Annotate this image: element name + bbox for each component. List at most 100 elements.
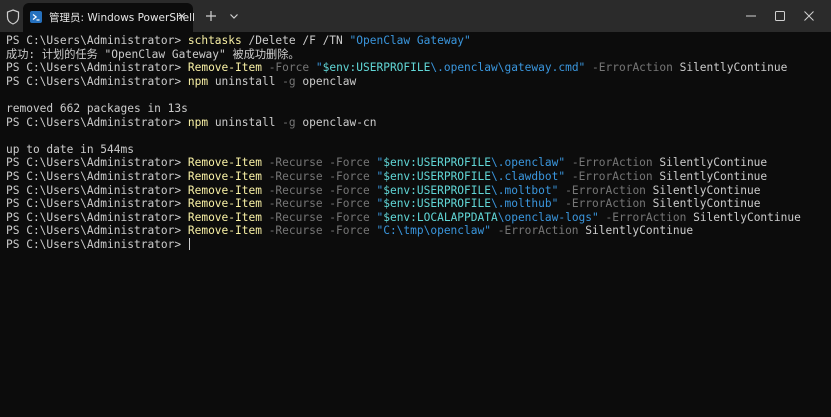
output-text: PS C:\Users\Administrator> [6, 169, 188, 183]
output-text: PS C:\Users\Administrator> [6, 197, 188, 211]
parameter-token: -g [282, 74, 296, 88]
parameter-token: -Recurse -Force [261, 183, 377, 197]
variable-token: $env:USERPROFILE [322, 61, 431, 75]
shield-icon [6, 9, 20, 25]
parameter-token: -g [282, 115, 296, 129]
output-text: PS C:\Users\Administrator> [6, 61, 188, 75]
parameter-token: -Recurse -Force [261, 169, 377, 183]
terminal-line: up to date in 544ms [6, 143, 825, 157]
terminal-line: PS C:\Users\Administrator> Remove-Item -… [6, 211, 825, 225]
parameter-token: -ErrorAction [558, 197, 653, 211]
command-token: npm [187, 74, 209, 88]
terminal-line: PS C:\Users\Administrator> npm uninstall… [6, 116, 825, 130]
string-token: \.openclaw" [491, 156, 566, 170]
parameter-token: -ErrorAction [565, 156, 660, 170]
parameter-token: -Recurse -Force [261, 156, 377, 170]
output-text: PS C:\Users\Administrator> [6, 183, 188, 197]
output-text: PS C:\Users\Administrator> [6, 156, 188, 170]
parameter-token: -Recurse -Force [261, 197, 377, 211]
terminal-line: PS C:\Users\Administrator> Remove-Item -… [6, 184, 825, 198]
parameter-token: -ErrorAction [565, 169, 660, 183]
terminal-line: PS C:\Users\Administrator> Remove-Item -… [6, 156, 825, 170]
parameter-token: -ErrorAction [585, 61, 680, 75]
output-text: uninstall [208, 74, 283, 88]
string-token: \.moltbot" [491, 183, 559, 197]
output-text: SilentlyContinue [693, 210, 801, 224]
string-token: " [315, 61, 323, 75]
terminal-line: PS C:\Users\Administrator> [6, 237, 825, 252]
title-bar[interactable]: 管理员: Windows PowerShell ✕ [0, 0, 831, 32]
output-text: SilentlyContinue [659, 169, 768, 183]
terminal-line: PS C:\Users\Administrator> Remove-Item -… [6, 61, 825, 75]
terminal-line: PS C:\Users\Administrator> npm uninstall… [6, 75, 825, 89]
string-token: \.molthub" [491, 197, 559, 211]
output-text: PS C:\Users\Administrator> [6, 224, 188, 238]
close-icon [804, 11, 814, 21]
plus-icon[interactable] [203, 8, 219, 24]
output-text: SilentlyContinue [659, 156, 768, 170]
terminal-output[interactable]: PS C:\Users\Administrator> schtasks /Del… [6, 34, 825, 412]
variable-token: $env:USERPROFILE [383, 183, 491, 197]
terminal-line: PS C:\Users\Administrator> Remove-Item -… [6, 197, 825, 211]
terminal-line: PS C:\Users\Administrator> Remove-Item -… [6, 170, 825, 184]
command-token: Remove-Item [187, 169, 262, 183]
minimize-button[interactable] [737, 0, 765, 32]
minimize-icon [746, 15, 756, 17]
parameter-token: -Recurse -Force [261, 210, 377, 224]
output-text: PS C:\Users\Administrator> [6, 74, 188, 88]
terminal-line: removed 662 packages in 13s [6, 102, 825, 116]
command-token: Remove-Item [187, 156, 262, 170]
command-token: Remove-Item [187, 183, 262, 197]
tab-windows-powershell[interactable]: 管理员: Windows PowerShell ✕ [23, 3, 195, 32]
variable-token: $env:LOCALAPPDATA [383, 210, 498, 224]
powershell-icon [30, 11, 42, 23]
string-token: "C:\tmp\openclaw" [376, 224, 491, 238]
output-text: SilentlyContinue [585, 224, 694, 238]
command-token: Remove-Item [187, 197, 262, 211]
output-text: openclaw [295, 74, 357, 88]
variable-token: $env:USERPROFILE [383, 169, 491, 183]
output-text: uninstall [208, 115, 283, 129]
string-token: \.openclaw\gateway.cmd" [430, 61, 586, 75]
terminal-line: PS C:\Users\Administrator> Remove-Item -… [6, 224, 825, 238]
output-text: /Delete /F /TN [241, 34, 350, 47]
output-text: removed 662 packages in 13s [6, 101, 188, 115]
output-text: PS C:\Users\Administrator> [6, 210, 188, 224]
output-text: 成功: 计划的任务 "OpenClaw Gateway" 被成功删除。 [6, 47, 300, 61]
chevron-down-icon[interactable] [228, 10, 240, 22]
close-button[interactable] [795, 0, 823, 32]
parameter-token: -ErrorAction [598, 210, 694, 224]
parameter-token: -Force [261, 61, 316, 75]
maximize-icon [775, 11, 785, 21]
tab-close-icon[interactable]: ✕ [175, 10, 189, 24]
output-text: SilentlyContinue [679, 61, 788, 75]
command-token: Remove-Item [187, 61, 262, 75]
string-token: \openclaw-logs" [497, 210, 599, 224]
tab-title: 管理员: Windows PowerShell [49, 12, 195, 24]
string-token: "OpenClaw Gateway" [349, 34, 471, 47]
terminal-line: 成功: 计划的任务 "OpenClaw Gateway" 被成功删除。 [6, 48, 825, 62]
output-text: PS C:\Users\Administrator> [6, 237, 188, 251]
maximize-button[interactable] [766, 0, 794, 32]
output-text: SilentlyContinue [652, 197, 761, 211]
parameter-token: -ErrorAction [490, 224, 586, 238]
string-token: \.clawdbot" [491, 169, 566, 183]
output-text: PS C:\Users\Administrator> [6, 115, 188, 129]
terminal-line: PS C:\Users\Administrator> schtasks /Del… [6, 34, 825, 48]
text-cursor [188, 237, 190, 250]
variable-token: $env:USERPROFILE [383, 197, 491, 211]
command-token: Remove-Item [187, 224, 262, 238]
output-text: up to date in 544ms [6, 142, 134, 156]
variable-token: $env:USERPROFILE [383, 156, 491, 170]
command-token: schtasks [187, 34, 242, 47]
command-token: Remove-Item [187, 210, 262, 224]
output-text: openclaw-cn [295, 115, 377, 129]
output-text: PS C:\Users\Administrator> [6, 34, 188, 47]
parameter-token: -ErrorAction [558, 183, 653, 197]
terminal-window: 管理员: Windows PowerShell ✕ PS C:\Users\Ad… [0, 0, 831, 417]
parameter-token: -Recurse -Force [261, 224, 377, 238]
command-token: npm [187, 115, 209, 129]
output-text: SilentlyContinue [652, 183, 761, 197]
